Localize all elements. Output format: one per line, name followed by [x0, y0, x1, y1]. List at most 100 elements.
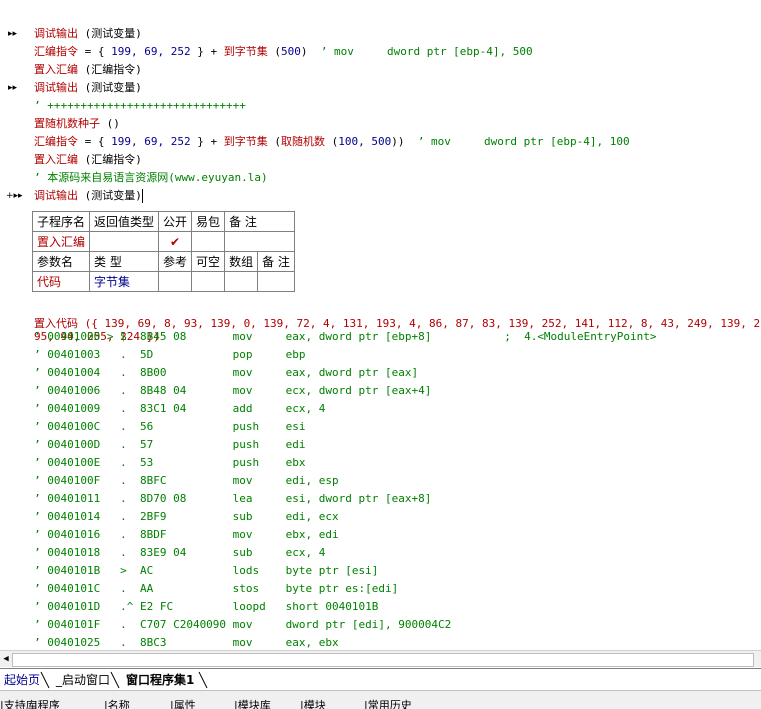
- code-token: 置随机数种子: [34, 117, 100, 130]
- param-reference-cell[interactable]: [158, 271, 193, 292]
- panel-tab-bar: |支持库 |程序 |名称 |属性 |模块库 |模块 |常用历史: [0, 690, 761, 709]
- code-line[interactable]: 汇编指令 = { 199, 69, 252 } + 到字节集 (取随机数 (10…: [0, 133, 761, 151]
- asm-comment-text: ’ 0040101D .^ E2 FC loopd short 0040101B: [34, 600, 379, 613]
- subroutine-table[interactable]: 子程序名 返回值类型 公开 易包 备 注 置入汇编 ✔ 参数名 类 型 参考 可…: [31, 211, 295, 292]
- line-marker-icon[interactable]: +▸▸: [6, 187, 30, 205]
- code-token: (测试变量): [78, 189, 142, 202]
- code-editor[interactable]: ▸▸ 调试输出 (测试变量) 汇编指令 = { 199, 69, 252 } + 到…: [0, 0, 761, 650]
- horizontal-scrollbar[interactable]: ◀: [0, 650, 761, 667]
- remark-cell[interactable]: [224, 231, 295, 252]
- code-token: )): [391, 135, 418, 148]
- code-line[interactable]: 汇编指令 = { 199, 69, 252 } + 到字节集 (500) ’ m…: [0, 43, 761, 61]
- code-token: 500: [280, 45, 301, 58]
- panel-tab[interactable]: |程序: [34, 697, 60, 709]
- code-token: (: [324, 135, 339, 148]
- col-array-header: 数组: [224, 251, 259, 272]
- line-marker-icon[interactable]: ▸▸: [8, 25, 30, 43]
- code-token: ’ mov dword ptr [ebp-4], 100: [417, 135, 630, 148]
- asm-comment-text: ’ 0040100D . 57 push edi: [34, 438, 306, 451]
- scroll-left-icon[interactable]: ◀: [0, 651, 12, 667]
- code-line[interactable]: +▸▸ 调试输出 (测试变量): [0, 187, 761, 205]
- code-token: 199, 69, 252: [111, 135, 191, 148]
- col-remark-header: 备 注: [224, 211, 295, 232]
- param-name-cell[interactable]: 代码: [31, 271, 91, 292]
- col-nullable-header: 可空: [191, 251, 226, 272]
- asm-comment-text: ’ 0040101F . C707 C2040090 mov dword ptr…: [34, 618, 452, 631]
- code-line[interactable]: ▸▸ 调试输出 (测试变量): [0, 79, 761, 97]
- code-token: 调试输出: [34, 27, 78, 40]
- public-checkmark-icon[interactable]: ✔: [158, 231, 193, 252]
- subroutine-name-cell[interactable]: 置入汇编: [31, 231, 91, 252]
- col-easy-pack-header: 易包: [191, 211, 226, 232]
- code-text: 调试输出 (测试变量): [34, 79, 142, 97]
- document-tab-bar: 起始页 _启动窗口 窗口程序集1: [0, 668, 761, 691]
- code-token: ): [300, 45, 321, 58]
- col-public-header: 公开: [158, 211, 193, 232]
- code-token: (汇编指令): [78, 63, 142, 76]
- line-marker-icon[interactable]: ▸▸: [8, 79, 30, 97]
- embed-code-line-cont[interactable]: 95, 94, 255, 224 }): [0, 310, 160, 343]
- code-token: 调试输出: [34, 81, 78, 94]
- col-param-name-header: 参数名: [31, 251, 91, 272]
- code-token: = {: [78, 45, 112, 58]
- code-line[interactable]: ’ 本源码来自易语言资源网(www.eyuyan.la): [0, 169, 761, 187]
- asm-comment-text: ’ 0040100F . 8BFC mov edi, esp: [34, 474, 339, 487]
- col-reference-header: 参考: [158, 251, 193, 272]
- code-token: 199, 69, 252: [111, 45, 191, 58]
- panel-tab[interactable]: |属性: [170, 697, 196, 709]
- param-type-cell[interactable]: 字节集: [89, 271, 160, 292]
- code-token: (: [267, 135, 281, 148]
- tab-separator-icon: [110, 671, 120, 689]
- code-token: = {: [78, 135, 112, 148]
- return-type-cell[interactable]: [89, 231, 160, 252]
- code-line[interactable]: ’ ++++++++++++++++++++++++++++++: [0, 97, 761, 115]
- col-subname-header: 子程序名: [31, 211, 91, 232]
- panel-tab[interactable]: |模块库: [234, 697, 271, 709]
- col-type-header: 类 型: [89, 251, 160, 272]
- code-text: 汇编指令 = { 199, 69, 252 } + 到字节集 (500) ’ m…: [34, 43, 533, 61]
- tab-start-page[interactable]: 起始页: [0, 671, 44, 689]
- text-caret: [141, 189, 143, 203]
- code-text: 调试输出 (测试变量): [34, 187, 143, 205]
- param-nullable-cell[interactable]: [191, 271, 226, 292]
- tab-separator-icon: [198, 671, 208, 689]
- code-text: 置入汇编 (汇编指令): [34, 151, 142, 169]
- panel-tab[interactable]: |模块: [300, 697, 326, 709]
- code-line[interactable]: ▸▸ 调试输出 (测试变量): [0, 25, 761, 43]
- tab-window-assembly[interactable]: 窗口程序集1: [122, 671, 198, 689]
- code-line[interactable]: 置随机数种子 (): [0, 115, 761, 133]
- code-line[interactable]: 置入汇编 (汇编指令): [0, 151, 761, 169]
- asm-comment-text: ’ 0040101B > AC lods byte ptr [esi]: [34, 564, 379, 577]
- tab-separator-icon: [40, 671, 50, 689]
- asm-comment-text: ’ 00401003 . 5D pop ebp: [34, 348, 306, 361]
- code-token: 到字节集: [223, 45, 268, 58]
- asm-comment-text: ’ 00401011 . 8D70 08 lea esi, dword ptr …: [34, 492, 432, 505]
- scroll-thumb[interactable]: [12, 653, 754, 667]
- code-token: 取随机数: [280, 135, 325, 148]
- param-remark-cell[interactable]: [257, 271, 295, 292]
- asm-comment-text: ’ 00401009 . 83C1 04 add ecx, 4: [34, 402, 326, 415]
- code-line[interactable]: 置入汇编 (汇编指令): [0, 61, 761, 79]
- asm-comment-text: ’ 00401025 . 8BC3 mov eax, ebx: [34, 636, 339, 649]
- code-token: 汇编指令: [34, 135, 78, 148]
- code-token: } +: [190, 45, 224, 58]
- panel-tab[interactable]: |支持库: [0, 697, 37, 709]
- asm-comment-text: ’ 0040100E . 53 push ebx: [34, 456, 306, 469]
- code-text: 汇编指令 = { 199, 69, 252 } + 到字节集 (取随机数 (10…: [34, 133, 630, 151]
- panel-tab[interactable]: |名称: [104, 697, 130, 709]
- asm-comment-text: ’ 00401016 . 8BDF mov ebx, edi: [34, 528, 339, 541]
- col-return-type-header: 返回值类型: [89, 211, 160, 232]
- code-text: ’ ++++++++++++++++++++++++++++++: [34, 97, 246, 115]
- tab-startup-window[interactable]: _启动窗口: [52, 671, 114, 689]
- code-token: 汇编指令: [34, 45, 78, 58]
- easy-pack-cell[interactable]: [191, 231, 226, 252]
- code-token: (测试变量): [78, 81, 142, 94]
- asm-comment-text: ’ 00401018 . 83E9 04 sub ecx, 4: [34, 546, 326, 559]
- code-token: ’ 本源码来自易语言资源网(www.eyuyan.la): [34, 171, 268, 184]
- param-array-cell[interactable]: [224, 271, 259, 292]
- code-token: (): [100, 117, 120, 130]
- asm-comment-text: ’ 00401000 > $ 8B45 08 mov eax, dword pt…: [34, 330, 657, 343]
- panel-tab[interactable]: |常用历史: [364, 697, 412, 709]
- code-text: 置随机数种子 (): [34, 115, 120, 133]
- code-token: ’ ++++++++++++++++++++++++++++++: [34, 99, 246, 112]
